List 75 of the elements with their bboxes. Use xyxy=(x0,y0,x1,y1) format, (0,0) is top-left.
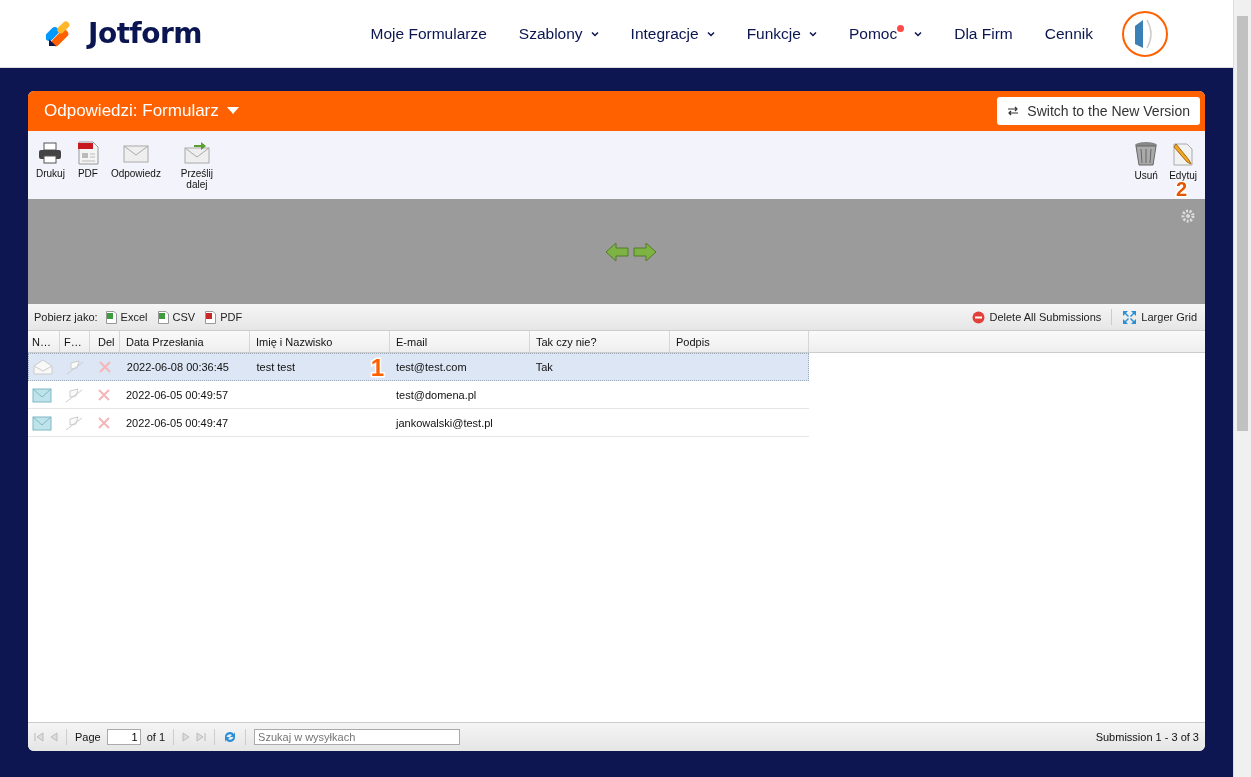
delete-icon[interactable] xyxy=(98,416,110,429)
table-cell-text: test@domena.pl xyxy=(395,387,478,403)
nav-link[interactable]: Funkcje xyxy=(730,24,833,43)
next-page-icon[interactable] xyxy=(182,732,191,742)
table-cell-text: 2022-06-05 00:49:47 xyxy=(125,415,230,431)
nav-link[interactable]: Moje Formularze xyxy=(354,24,503,43)
scrollbar[interactable] xyxy=(1233,0,1251,777)
toolbar-button[interactable]: Odpowiedz xyxy=(108,141,163,179)
next-arrow-icon[interactable] xyxy=(632,240,657,263)
refresh-icon[interactable] xyxy=(223,730,238,744)
delete-icon[interactable] xyxy=(98,361,111,373)
minus-circle-icon xyxy=(972,310,986,324)
column-header[interactable]: F… xyxy=(60,331,90,352)
download-link[interactable]: Excel xyxy=(103,310,150,324)
toolbar-button[interactable]: PDF xyxy=(72,141,103,179)
flag-icon[interactable] xyxy=(64,414,84,431)
column-header[interactable]: Tak czy nie? xyxy=(530,331,670,352)
table-cell: Tak xyxy=(535,361,553,373)
swap-arrows-icon xyxy=(1007,106,1020,116)
column-header[interactable]: Data Przesłania xyxy=(120,331,250,352)
nav-link[interactable]: Dla Firm xyxy=(938,24,1029,43)
submission-count: Submission 1 - 3 of 3 xyxy=(1095,731,1199,743)
page-input[interactable]: 1 xyxy=(106,729,141,745)
toolbar-button[interactable]: Edytuj xyxy=(1167,141,1199,181)
trash-bin-icon xyxy=(1133,141,1160,167)
chevron-icon xyxy=(706,30,715,37)
expand-icon xyxy=(1122,309,1138,325)
spreadsheet-file-icon xyxy=(157,310,169,324)
table-cell-text: 2022-06-05 00:49:57 xyxy=(125,387,230,403)
pdf-file-icon xyxy=(205,310,217,324)
table-cell-text: jankowalski@test.pl xyxy=(394,415,494,431)
first-page-icon[interactable] xyxy=(34,732,44,742)
flag-icon[interactable] xyxy=(64,386,84,403)
table-cell-text: 2022-06-08 00:36:45 xyxy=(125,360,230,375)
download-link[interactable]: CSV xyxy=(155,310,198,324)
previous-arrow-icon[interactable] xyxy=(604,240,629,263)
nav-link[interactable]: Integracje xyxy=(614,24,731,43)
previous-page-icon[interactable] xyxy=(50,732,58,742)
table-row[interactable]: 2022-06-08 00:36:45 test test 1 test@test.com Tak xyxy=(28,353,809,381)
nav-link[interactable]: Pomoc xyxy=(832,24,939,43)
logo-text[interactable]: Jotform xyxy=(88,17,202,50)
column-header[interactable]: N… xyxy=(28,331,60,352)
chevron-icon xyxy=(914,30,923,37)
nav-link[interactable]: Cennik xyxy=(1028,24,1109,43)
download-link[interactable]: PDF xyxy=(203,310,245,324)
column-header[interactable]: Podpis xyxy=(670,331,809,352)
chevron-icon xyxy=(590,30,599,37)
toolbar-button[interactable]: Drukuj xyxy=(34,141,67,179)
table-cell-text: test@test.com xyxy=(395,360,468,375)
larger-grid-button[interactable]: Larger Grid xyxy=(1120,309,1199,325)
toolbar-button[interactable]: Usuń xyxy=(1131,141,1162,181)
toolbar-button[interactable]: Prześlij dalej xyxy=(168,141,225,190)
forward-envelope-icon xyxy=(183,141,210,165)
delete-all-button[interactable]: Delete All Submissions xyxy=(970,310,1104,324)
column-header[interactable]: Del xyxy=(90,331,120,352)
page-count: of 1 xyxy=(146,731,166,743)
caret-icon[interactable] xyxy=(226,107,239,115)
switch-version-button[interactable]: Switch to the New Version xyxy=(997,97,1200,125)
table-cell: test test xyxy=(256,361,295,373)
page-label: Page xyxy=(75,731,101,743)
last-page-icon[interactable] xyxy=(196,732,207,742)
column-header[interactable]: E-mail xyxy=(390,331,530,352)
search-field[interactable]: Szukaj w wysyłkach xyxy=(254,729,461,745)
column-header[interactable]: Imię i Nazwisko xyxy=(250,331,390,352)
printer-icon xyxy=(37,141,64,165)
delete-icon[interactable] xyxy=(98,388,110,401)
notification-dot xyxy=(897,25,905,32)
flag-icon[interactable] xyxy=(64,359,85,375)
download-label: Pobierz jako: xyxy=(34,311,98,323)
nav-link[interactable]: Szablony xyxy=(502,24,615,43)
callout-number: 1 xyxy=(370,356,385,380)
avatar[interactable] xyxy=(1121,9,1169,58)
chevron-icon xyxy=(808,30,817,37)
spreadsheet-file-icon xyxy=(105,310,117,324)
gear-icon[interactable] xyxy=(1181,209,1195,223)
